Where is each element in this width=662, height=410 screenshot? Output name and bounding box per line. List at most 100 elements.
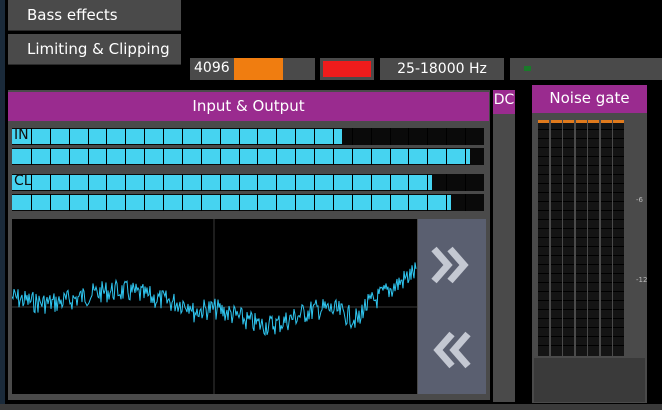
gate-segment-divider: [575, 282, 587, 283]
gate-segment-divider: [550, 219, 562, 220]
meter-segment-divider: [257, 148, 259, 165]
gate-segment-divider: [613, 237, 624, 238]
gate-segment-divider: [588, 300, 599, 301]
gate-segment-divider: [538, 345, 549, 346]
meter-segment-divider: [181, 128, 183, 145]
gate-segment-divider: [538, 192, 549, 193]
gate-segment-divider: [550, 300, 562, 301]
meter-segment-divider: [257, 128, 259, 145]
double-chevron-right-icon: [431, 246, 469, 284]
bass-effects-button[interactable]: Bass effects: [8, 0, 181, 31]
gate-segment-divider: [550, 237, 562, 238]
gate-segment-divider: [600, 264, 612, 265]
gate-segment-divider: [600, 210, 612, 211]
gate-segment-divider: [575, 147, 587, 148]
gate-segment-divider: [538, 309, 549, 310]
gate-meter-bar: [538, 120, 549, 356]
gate-segment-divider: [563, 183, 574, 184]
level-meter-fill: [12, 149, 470, 164]
meter-segment-divider: [276, 148, 278, 165]
gate-segment-divider: [575, 318, 587, 319]
fft-size-value: 4096: [194, 60, 230, 76]
gate-segment-divider: [588, 282, 599, 283]
meter-segment-divider: [351, 128, 353, 145]
gate-segment-divider: [613, 138, 624, 139]
gate-peak-marker: [588, 120, 599, 123]
gate-segment-divider: [613, 192, 624, 193]
meter-segment-divider: [257, 194, 259, 211]
clip-indicator: [320, 58, 374, 80]
gate-segment-divider: [588, 219, 599, 220]
gate-segment-divider: [575, 255, 587, 256]
meter-segment-divider: [163, 128, 165, 145]
meter-segment-divider: [370, 194, 372, 211]
gate-segment-divider: [600, 147, 612, 148]
meter-segment-divider: [68, 148, 70, 165]
gate-segment-divider: [613, 309, 624, 310]
gate-segment-divider: [588, 273, 599, 274]
meter-segment-divider: [351, 148, 353, 165]
gate-segment-divider: [538, 129, 549, 130]
gate-segment-divider: [600, 246, 612, 247]
gate-segment-divider: [600, 201, 612, 202]
gate-segment-divider: [575, 273, 587, 274]
gate-segment-divider: [563, 336, 574, 337]
meter-segment-divider: [276, 174, 278, 191]
gate-segment-divider: [563, 318, 574, 319]
gate-segment-divider: [588, 165, 599, 166]
gate-segment-divider: [563, 327, 574, 328]
meter-segment-divider: [465, 194, 467, 211]
meter-segment-divider: [408, 128, 410, 145]
gate-segment-divider: [588, 192, 599, 193]
gate-meter-bar: [575, 120, 587, 356]
back-button[interactable]: [418, 312, 486, 394]
gate-segment-divider: [563, 165, 574, 166]
gate-segment-divider: [600, 309, 612, 310]
gate-segment-divider: [613, 255, 624, 256]
freq-range-box[interactable]: 25-18000 Hz: [380, 58, 504, 80]
gate-segment-divider: [600, 174, 612, 175]
meter-segment-divider: [238, 194, 240, 211]
meter-segment-divider: [68, 128, 70, 145]
meter-segment-divider: [389, 128, 391, 145]
gate-segment-divider: [563, 129, 574, 130]
level-meter-fill: [12, 175, 433, 190]
meter-segment-divider: [295, 128, 297, 145]
meter-segment-divider: [446, 174, 448, 191]
forward-button[interactable]: [418, 219, 486, 312]
meter-segment-divider: [200, 194, 202, 211]
waveform-display: [12, 219, 417, 394]
gate-segment-divider: [563, 264, 574, 265]
gate-segment-divider: [613, 219, 624, 220]
gate-segment-divider: [588, 291, 599, 292]
gate-segment-divider: [613, 129, 624, 130]
gate-segment-divider: [550, 255, 562, 256]
gate-segment-divider: [613, 246, 624, 247]
meter-segment-divider: [49, 194, 51, 211]
gate-segment-divider: [538, 210, 549, 211]
meter-segment-divider: [87, 194, 89, 211]
gate-segment-divider: [588, 246, 599, 247]
meter-segment-divider: [163, 174, 165, 191]
dc-label: DC: [493, 90, 515, 114]
meter-label: IN: [14, 128, 29, 143]
fft-size-box[interactable]: 4096: [190, 58, 315, 80]
meter-segment-divider: [30, 128, 32, 145]
io-panel-title: Input & Output: [8, 92, 489, 121]
meter-segment-divider: [427, 148, 429, 165]
gate-segment-divider: [613, 327, 624, 328]
meter-segment-divider: [219, 174, 221, 191]
gate-segment-divider: [575, 174, 587, 175]
limiting-clipping-button[interactable]: Limiting & Clipping: [8, 34, 181, 65]
gate-segment-divider: [613, 264, 624, 265]
meter-segment-divider: [332, 174, 334, 191]
gate-threshold-area[interactable]: [534, 358, 645, 402]
gate-segment-divider: [600, 300, 612, 301]
meter-segment-divider: [295, 148, 297, 165]
freq-range-value: 25-18000 Hz: [397, 61, 487, 77]
gate-segment-divider: [563, 345, 574, 346]
gate-segment-divider: [538, 147, 549, 148]
meter-segment-divider: [125, 174, 127, 191]
gate-segment-divider: [600, 219, 612, 220]
gate-segment-divider: [575, 138, 587, 139]
